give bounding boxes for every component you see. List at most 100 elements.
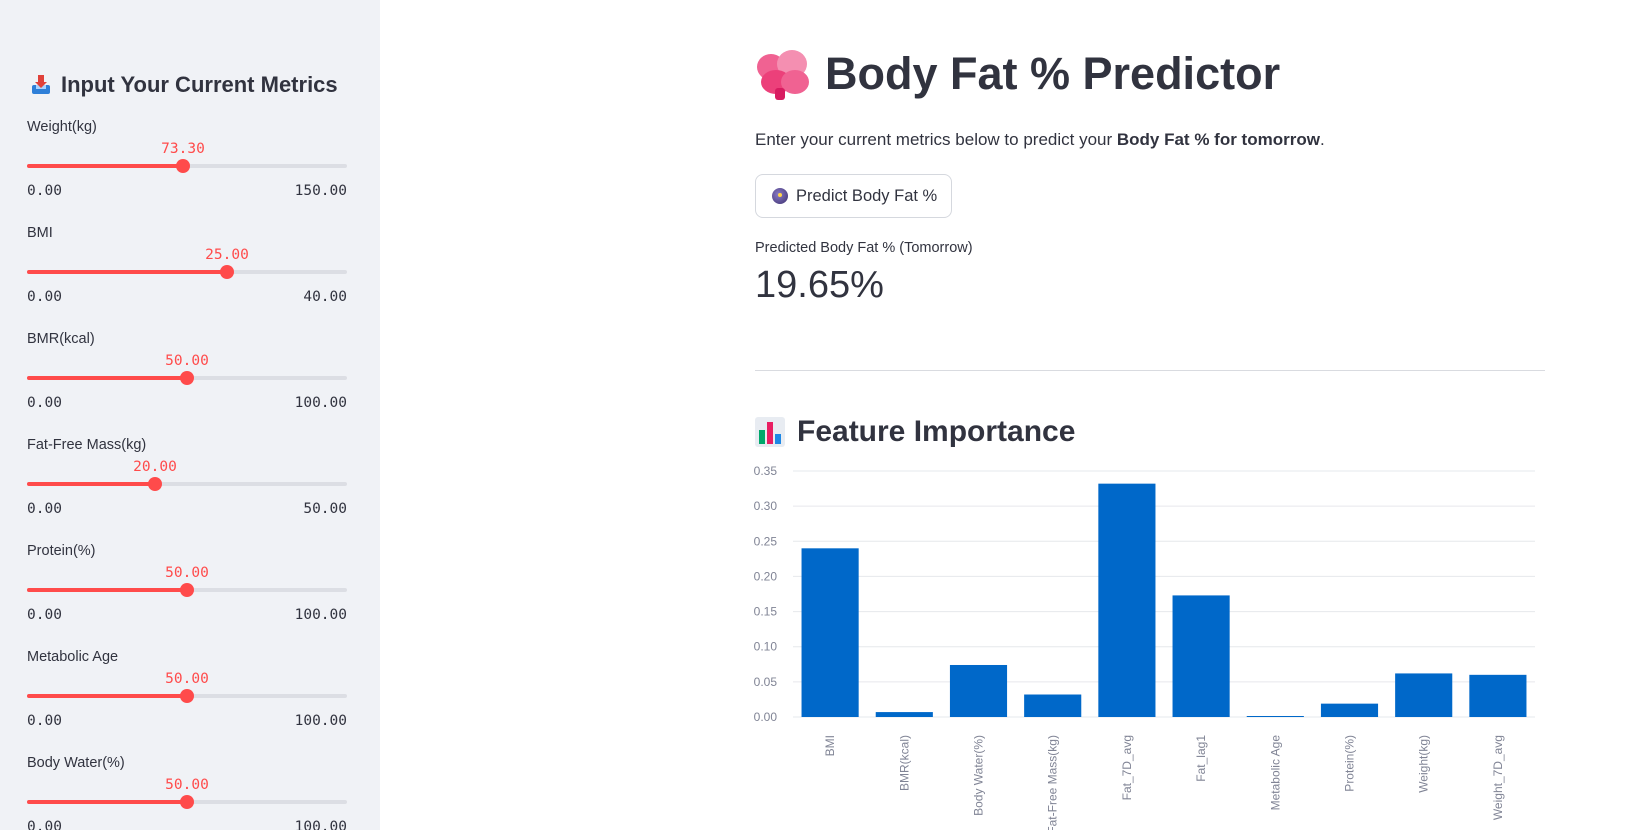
sidebar-header-text: Input Your Current Metrics	[61, 72, 338, 97]
slider-fill	[27, 694, 187, 698]
slider-label: Body Water(%)	[27, 755, 125, 771]
slider-max: 100.00	[294, 819, 347, 830]
slider-value: 50.00	[165, 777, 209, 793]
brain-icon	[755, 48, 811, 100]
slider-max: 40.00	[303, 289, 347, 305]
inbox-tray-icon	[31, 75, 51, 95]
section-title-text: Feature Importance	[797, 415, 1076, 448]
bar	[1098, 483, 1156, 717]
slider-min: 0.00	[27, 395, 62, 411]
page-title: Body Fat % Predictor	[755, 48, 1280, 100]
bar	[1469, 674, 1527, 717]
y-tick-label: 0.00	[754, 710, 778, 724]
x-tick-label: Metabolic Age	[1268, 735, 1282, 811]
slider-min: 0.00	[27, 501, 62, 517]
slider-track[interactable]	[27, 371, 347, 385]
y-tick-label: 0.15	[754, 605, 778, 619]
slider-value: 25.00	[205, 247, 249, 263]
sidebar: Input Your Current Metrics Weight(kg) 73.…	[0, 0, 380, 830]
metric-value: 19.65%	[755, 264, 884, 306]
bar	[1024, 694, 1082, 717]
y-tick-label: 0.25	[754, 534, 778, 548]
slider-thumb[interactable]	[180, 583, 194, 597]
bar	[801, 548, 859, 717]
slider-value: 73.30	[161, 141, 205, 157]
subtitle-end: .	[1319, 130, 1325, 149]
x-tick-label: Weight_7D_avg	[1491, 735, 1505, 820]
slider-block: Body Water(%) 50.00 0.00 100.00	[27, 755, 347, 830]
slider-label: Metabolic Age	[27, 649, 119, 665]
slider-min: 0.00	[27, 607, 62, 623]
slider-fill	[27, 270, 227, 274]
slider-label: BMI	[27, 225, 53, 241]
page-title-text: Body Fat % Predictor	[825, 48, 1281, 99]
slider-fill	[27, 588, 187, 592]
slider-label: Fat-Free Mass(kg)	[27, 437, 147, 453]
slider-block: BMI 25.00 0.00 40.00	[27, 225, 347, 325]
slider-min: 0.00	[27, 289, 62, 305]
sidebar-header: Input Your Current Metrics	[31, 72, 338, 98]
slider-thumb[interactable]	[220, 265, 234, 279]
feature-importance-chart: 0.00 0.05 0.10 0.15 0.20 0.25 0.30 0.35 BMI BMR(k…	[745, 464, 1545, 834]
divider	[755, 370, 1545, 371]
slider-track[interactable]	[27, 265, 347, 279]
slider-label: BMR(kcal)	[27, 331, 95, 347]
slider-track[interactable]	[27, 477, 347, 491]
y-tick-label: 0.10	[754, 640, 778, 654]
slider-value: 50.00	[165, 565, 209, 581]
bar	[1172, 595, 1230, 717]
y-tick-label: 0.35	[754, 465, 778, 478]
slider-fill	[27, 164, 183, 168]
slider-block: Metabolic Age 50.00 0.00 100.00	[27, 649, 347, 749]
slider-fill	[27, 482, 155, 486]
slider-max: 100.00	[294, 607, 347, 623]
x-tick-label: Fat-Free Mass(kg)	[1046, 735, 1060, 830]
x-tick-label: BMR(kcal)	[897, 735, 911, 791]
bar	[949, 664, 1008, 717]
slider-max: 100.00	[294, 713, 347, 729]
slider-thumb[interactable]	[180, 795, 194, 809]
predict-button[interactable]: Predict Body Fat %	[755, 174, 953, 218]
x-tick-label: BMI	[823, 735, 837, 756]
metric-label: Predicted Body Fat % (Tomorrow)	[755, 240, 973, 256]
x-tick-label: Body Water(%)	[972, 735, 986, 816]
slider-thumb[interactable]	[148, 477, 162, 491]
subtitle-bold: Body Fat % for tomorrow	[1116, 130, 1320, 149]
slider-block: Protein(%) 50.00 0.00 100.00	[27, 543, 347, 643]
x-tick-label: Protein(%)	[1343, 735, 1357, 792]
predict-button-label: Predict Body Fat %	[796, 186, 938, 205]
slider-thumb[interactable]	[180, 371, 194, 385]
crystal-ball-icon	[772, 188, 788, 204]
x-tick-label: Fat_7D_avg	[1120, 735, 1134, 800]
slider-value: 20.00	[133, 459, 177, 475]
main-content: Body Fat % Predictor Enter your current …	[754, 0, 1555, 834]
slider-track[interactable]	[27, 583, 347, 597]
subtitle-text: Enter your current metrics below to pred…	[755, 130, 1117, 149]
x-tick-label: Fat_lag1	[1194, 735, 1208, 782]
slider-fill	[27, 800, 187, 804]
bar	[1246, 716, 1304, 717]
slider-min: 0.00	[27, 819, 62, 830]
slider-thumb[interactable]	[176, 159, 190, 173]
slider-max: 100.00	[294, 395, 347, 411]
slider-block: BMR(kcal) 50.00 0.00 100.00	[27, 331, 347, 431]
slider-block: Weight(kg) 73.30 0.00 150.00	[27, 119, 347, 219]
slider-track[interactable]	[27, 159, 347, 173]
slider-max: 50.00	[303, 501, 347, 517]
slider-label: Protein(%)	[27, 543, 96, 559]
section-title: Feature Importance	[755, 415, 1075, 449]
slider-fill	[27, 376, 187, 380]
slider-track[interactable]	[27, 689, 347, 703]
slider-max: 150.00	[294, 183, 347, 199]
slider-min: 0.00	[27, 183, 62, 199]
slider-thumb[interactable]	[180, 689, 194, 703]
y-tick-label: 0.20	[754, 569, 778, 583]
slider-value: 50.00	[165, 671, 209, 687]
bar	[1395, 673, 1453, 717]
slider-track[interactable]	[27, 795, 347, 809]
subtitle: Enter your current metrics below to pred…	[755, 130, 1325, 150]
chart-svg: 0.00 0.05 0.10 0.15 0.20 0.25 0.30 0.35 BMI BMR(k…	[754, 464, 1535, 834]
bar	[1320, 703, 1379, 717]
bar	[875, 712, 933, 717]
slider-value: 50.00	[165, 353, 209, 369]
